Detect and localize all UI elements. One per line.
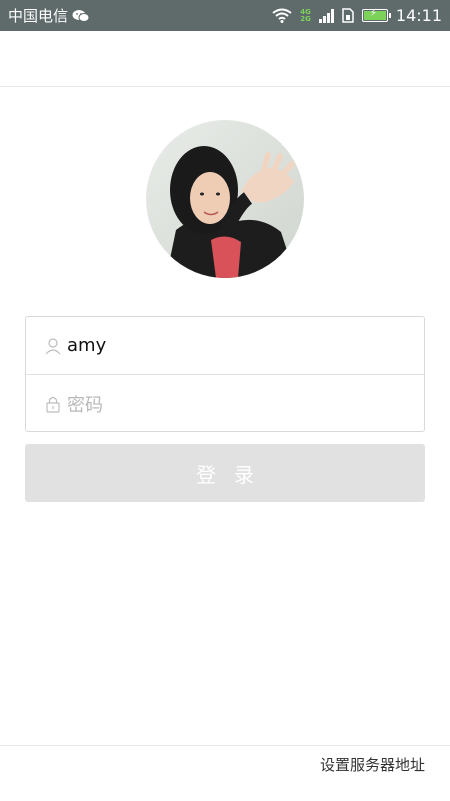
network-type-tags: 4G 2G — [300, 8, 311, 23]
footer: 设置服务器地址 — [0, 745, 450, 801]
clock: 14:11 — [395, 6, 442, 25]
wifi-icon — [272, 8, 292, 23]
username-field[interactable]: amy — [26, 317, 424, 375]
network-tag-2g: 2G — [300, 14, 311, 23]
app-header — [0, 31, 450, 87]
sim-icon — [342, 8, 354, 23]
user-icon — [45, 337, 61, 354]
server-settings-link[interactable]: 设置服务器地址 — [320, 754, 425, 775]
signal-icon — [318, 8, 334, 23]
password-field[interactable]: 密码 — [26, 375, 424, 432]
status-bar: 中国电信 4G 2G ⚡ 14:11 — [0, 0, 450, 31]
carrier-name: 中国电信 — [8, 7, 69, 25]
username-value[interactable]: amy — [67, 335, 106, 356]
status-right: 4G 2G ⚡ 14:11 — [272, 6, 442, 25]
password-placeholder[interactable]: 密码 — [67, 391, 103, 417]
lock-icon — [46, 396, 60, 413]
avatar[interactable] — [146, 120, 304, 278]
login-button[interactable]: 登录 — [25, 444, 425, 502]
status-left: 中国电信 — [8, 5, 90, 26]
battery-charging-icon: ⚡ — [361, 8, 391, 22]
wechat-icon — [72, 9, 90, 22]
login-form: amy 密码 — [25, 316, 425, 432]
